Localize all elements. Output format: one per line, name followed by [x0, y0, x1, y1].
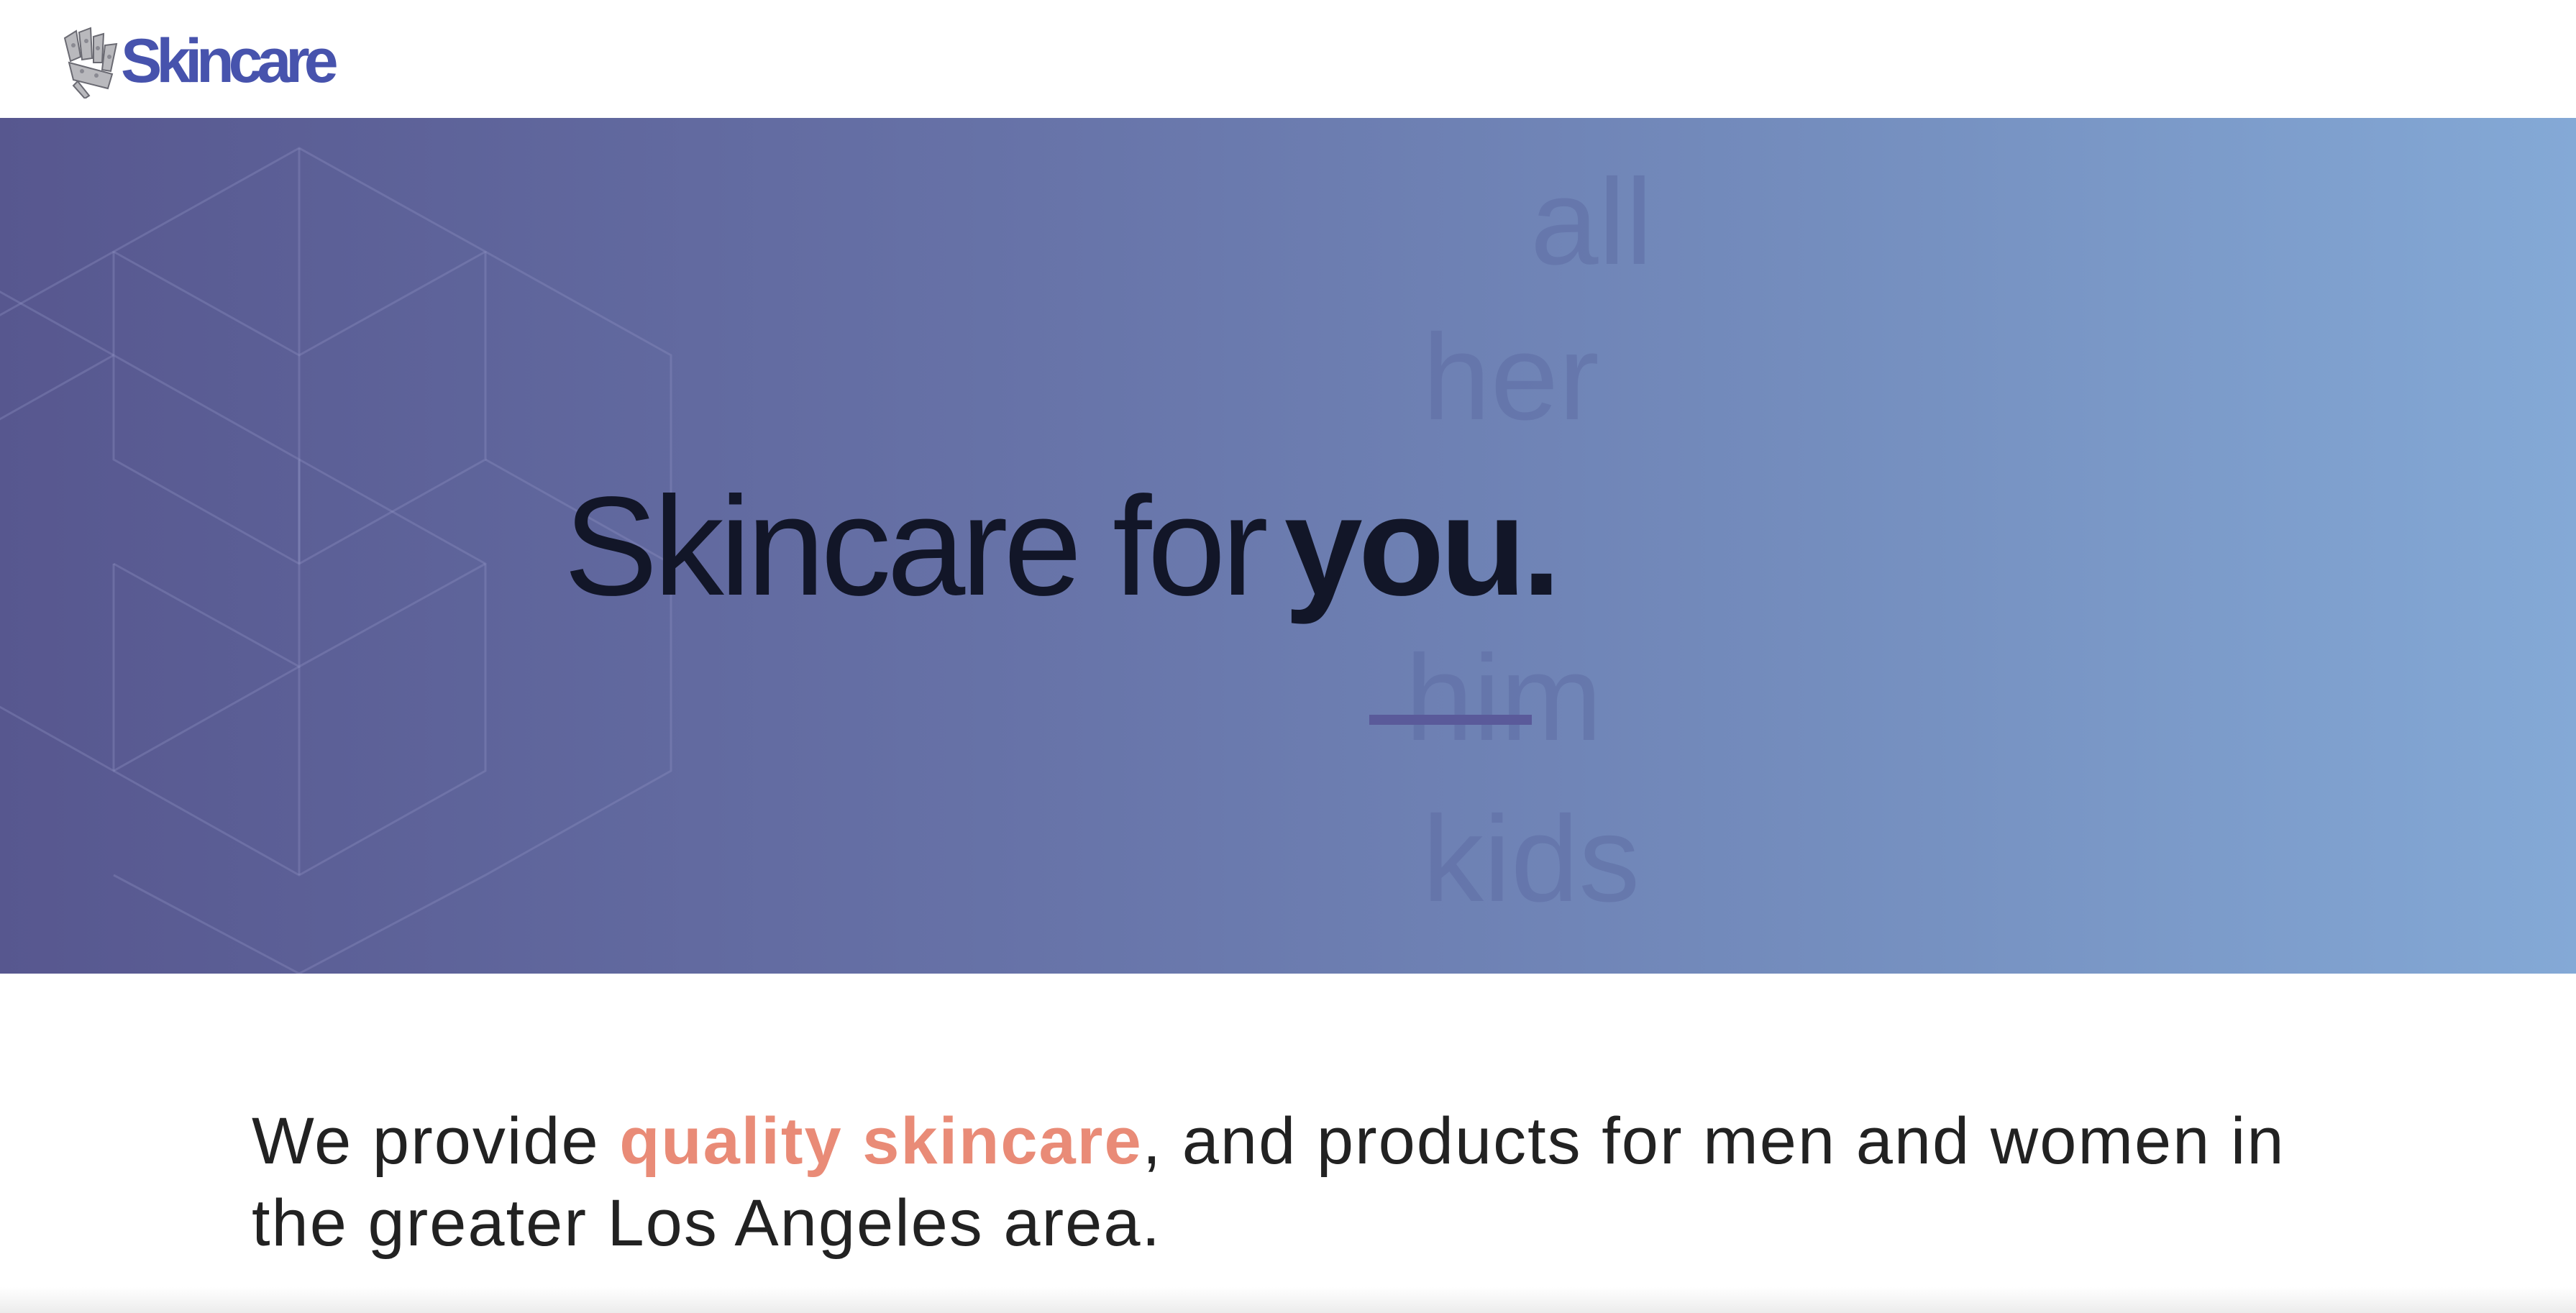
- crown-icon: [63, 27, 118, 99]
- rotating-word-all: all: [1530, 154, 1653, 290]
- hero-banner: all her him kids Skincare for you.: [0, 118, 2576, 974]
- site-header: Skincare: [0, 0, 2576, 118]
- intro-highlight: quality skincare: [619, 1104, 1143, 1178]
- intro-text-before: We provide: [252, 1104, 620, 1178]
- rotating-word-him: him: [1405, 630, 1602, 767]
- logo-text: Skincare: [121, 27, 339, 96]
- rotating-word-her: her: [1422, 309, 1599, 446]
- emphasis-underline: [1369, 715, 1532, 725]
- hero-headline: Skincare for you.: [564, 462, 1561, 725]
- section-divider: [0, 1287, 2576, 1313]
- rotating-word-kids: kids: [1422, 791, 1640, 928]
- intro-paragraph: We provide quality skincare, and product…: [252, 1100, 2395, 1264]
- headline-period: .: [1522, 467, 1561, 625]
- headline-text: Skincare for: [564, 467, 1269, 625]
- logo-link[interactable]: Skincare: [60, 22, 339, 101]
- headline-emphasis: you: [1284, 467, 1526, 625]
- headline-emphasis-wrap: you.: [1284, 467, 1561, 725]
